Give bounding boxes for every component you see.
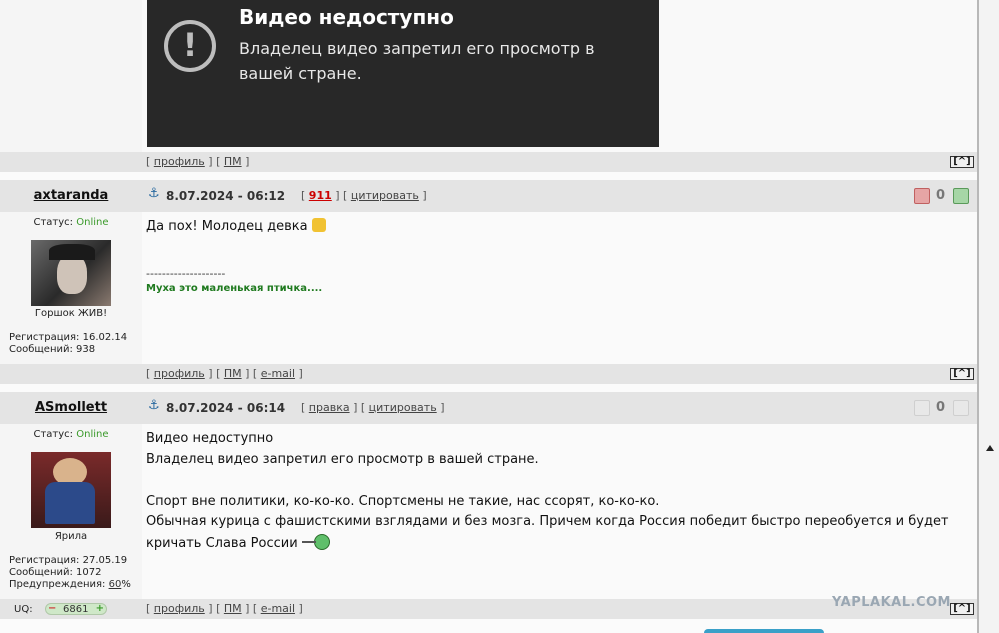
footer-links-2: [ профиль ] [ ПМ ] [ e-mail ] [146, 602, 303, 615]
post-line: Спорт вне политики, ко-ко-ко. Спортсмены… [146, 494, 660, 509]
warnings-value[interactable]: 60 [109, 579, 122, 590]
status-online: Online [76, 217, 109, 228]
author-name[interactable]: ASmollett [0, 400, 142, 415]
scroll-up-arrow-icon[interactable] [986, 445, 994, 451]
video-message-line1: Владелец видео запретил его просмотр в [239, 39, 595, 58]
post-actions: [ 911 ] [ цитировать ] [301, 189, 427, 202]
minus-icon[interactable]: − [48, 604, 56, 614]
post-text-content: Да пох! Молодец девка [146, 219, 308, 234]
message-count: Сообщений: 938 [9, 344, 96, 355]
post-text: Да пох! Молодец девка [146, 216, 326, 237]
pm-link[interactable]: ПМ [224, 367, 242, 380]
video-unavailable-player[interactable]: ! Видео недоступно Владелец видео запрет… [147, 0, 659, 147]
scroll-top-button[interactable]: [^] [950, 603, 974, 615]
post-line-text: кричать Слава России [146, 536, 298, 551]
post-line-last: кричать Слава России [146, 533, 330, 554]
warnings: Предупреждения: 60% [9, 579, 131, 590]
signature: Муха это маленькая птичка.... [146, 283, 323, 294]
post-actions: [ правка ] [ цитировать ] [301, 401, 445, 414]
thumbs-up-smiley-icon [311, 218, 326, 232]
post-body-1: Да пох! Молодец девка ------------------… [142, 212, 977, 364]
uq-label: UQ: [14, 604, 33, 615]
post-footer-bar-1: [ профиль ] [ ПМ ] [ e-mail ] [^] [0, 364, 977, 384]
page-right-border [977, 0, 979, 633]
thumbs-down-icon[interactable] [914, 188, 930, 204]
uq-rating-widget[interactable]: − 6861 + [45, 603, 107, 615]
post-footer-bar-2: UQ: − 6861 + [ профиль ] [ ПМ ] [ e-mail… [0, 595, 977, 619]
profile-link[interactable]: профиль [154, 602, 205, 615]
status-line: Статус: Online [0, 429, 142, 440]
registration-date: Регистрация: 16.02.14 [9, 332, 128, 343]
profile-link[interactable]: профиль [154, 155, 205, 168]
status-label: Статус: [33, 429, 74, 440]
avatar[interactable] [31, 240, 111, 306]
avatar[interactable] [31, 452, 111, 528]
post-line: Обычная курица с фашистскими взглядами и… [146, 514, 949, 529]
video-message-line2: вашей стране. [239, 64, 362, 83]
post-header-2: ASmollett ⚓ 8.07.2024 - 06:14 [ правка ]… [0, 392, 977, 424]
message-count: Сообщений: 1072 [9, 567, 102, 578]
separator [0, 619, 977, 633]
author-panel-2: Статус: Online Ярила Регистрация: 27.05.… [0, 424, 142, 599]
status-online: Online [76, 429, 109, 440]
anchor-icon[interactable]: ⚓ [148, 186, 160, 201]
exclamation-icon: ! [164, 20, 216, 72]
scroll-top-button[interactable]: [^] [950, 368, 974, 380]
post-rating: 0 [936, 400, 946, 415]
scroll-top-button[interactable]: [^] [950, 156, 974, 168]
warnings-label: Предупреждения: [9, 579, 106, 590]
next-button-edge [704, 629, 824, 633]
post-footer-bar-0: [ профиль ] [ ПМ ] [^] [0, 152, 977, 172]
avatar-caption: Ярила [54, 531, 88, 542]
left-column-top [0, 0, 142, 152]
footer-links-0: [ профиль ] [ ПМ ] [146, 155, 250, 168]
registration-date: Регистрация: 27.05.19 [9, 555, 128, 566]
bird-smiley-icon [301, 533, 330, 551]
post-number-link[interactable]: 911 [309, 189, 332, 202]
separator [0, 384, 977, 392]
profile-link[interactable]: профиль [154, 367, 205, 380]
quote-link[interactable]: цитировать [351, 189, 419, 202]
post-line: Владелец видео запретил его просмотр в в… [146, 452, 539, 467]
thumbs-down-icon[interactable] [914, 400, 930, 416]
edit-link[interactable]: правка [309, 401, 350, 414]
plus-icon[interactable]: + [96, 604, 104, 614]
email-link[interactable]: e-mail [261, 602, 295, 615]
post-datetime: 8.07.2024 - 06:14 [166, 401, 286, 415]
quote-link[interactable]: цитировать [369, 401, 437, 414]
email-link[interactable]: e-mail [261, 367, 295, 380]
anchor-icon[interactable]: ⚓ [148, 398, 160, 413]
thumbs-up-icon[interactable] [953, 400, 969, 416]
post-header-1: axtaranda ⚓ 8.07.2024 - 06:12 [ 911 ] [ … [0, 180, 977, 212]
status-line: Статус: Online [0, 217, 142, 228]
uq-value: 6861 [63, 604, 89, 615]
footer-links-1: [ профиль ] [ ПМ ] [ e-mail ] [146, 367, 303, 380]
author-name[interactable]: axtaranda [0, 188, 142, 203]
signature-separator: -------------------- [146, 267, 226, 280]
author-panel-1: Статус: Online Горшок ЖИВ! Регистрация: … [0, 212, 142, 364]
status-label: Статус: [33, 217, 74, 228]
post-rating: 0 [936, 188, 946, 203]
post-datetime: 8.07.2024 - 06:12 [166, 189, 286, 203]
thumbs-up-icon[interactable] [953, 188, 969, 204]
pm-link[interactable]: ПМ [224, 602, 242, 615]
post-body-2: Видео недоступно Владелец видео запретил… [142, 424, 977, 599]
avatar-caption: Горшок ЖИВ! [34, 308, 108, 319]
post-line: Видео недоступно [146, 431, 274, 446]
separator [0, 172, 977, 180]
site-watermark: YAPLAKAL.COM [832, 595, 951, 610]
warnings-suffix: % [121, 579, 131, 590]
pm-link[interactable]: ПМ [224, 155, 242, 168]
video-title: Видео недоступно [239, 5, 454, 29]
